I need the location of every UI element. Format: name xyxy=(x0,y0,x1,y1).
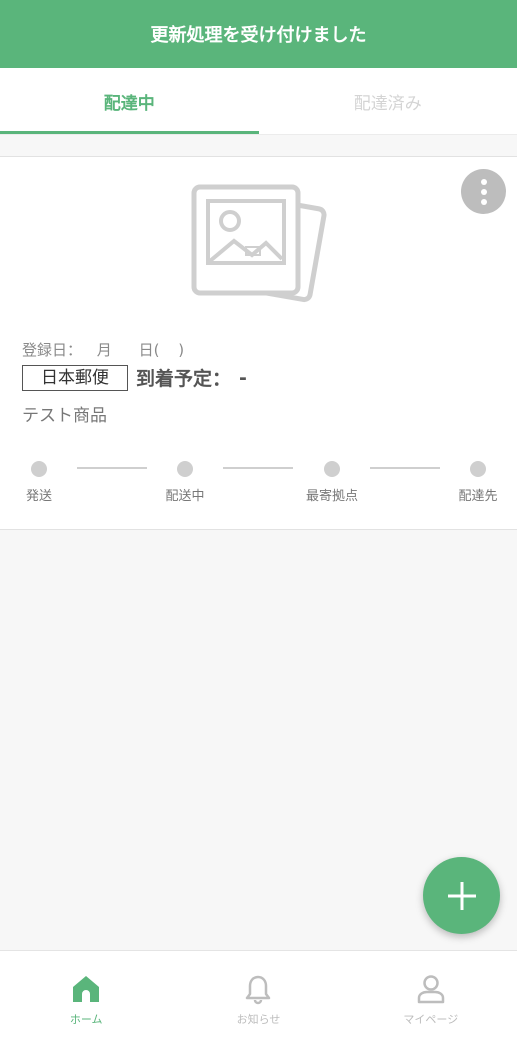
more-dot xyxy=(481,199,487,205)
nav-notifications-label: お知らせ xyxy=(237,1011,281,1027)
image-placeholder-icon xyxy=(188,175,328,307)
product-name: テスト商品 xyxy=(22,401,107,426)
nav-home-label: ホーム xyxy=(70,1011,103,1027)
step-dot xyxy=(177,461,193,477)
user-icon xyxy=(415,973,447,1005)
progress-line xyxy=(370,467,440,469)
step-label: 発送 xyxy=(0,485,84,504)
registered-date-label: 登録日： xyxy=(22,341,82,359)
carrier-row: 日本郵便 到着予定： - xyxy=(22,364,247,391)
progress-step-destination: 配達先 xyxy=(433,457,517,504)
tab-delivered-label: 配達済み xyxy=(354,89,422,114)
progress-line xyxy=(223,467,293,469)
arrival-value: - xyxy=(239,367,247,389)
tab-delivered[interactable]: 配達済み xyxy=(259,68,517,134)
carrier-badge: 日本郵便 xyxy=(22,365,128,391)
registered-date: 登録日： 月 日( ) xyxy=(22,339,184,360)
toast-message: 更新処理を受け付けました xyxy=(151,21,367,47)
registered-close: ) xyxy=(178,341,184,359)
toast-banner: 更新処理を受け付けました xyxy=(0,0,517,68)
step-label: 配送中 xyxy=(140,485,230,504)
bottom-navigation: ホーム お知らせ マイページ xyxy=(0,950,517,1049)
nav-notifications[interactable]: お知らせ xyxy=(172,951,344,1049)
step-dot xyxy=(31,461,47,477)
progress-step-in-transit: 配送中 xyxy=(140,457,230,504)
step-label: 最寄拠点 xyxy=(287,485,377,504)
more-vertical-icon xyxy=(481,179,487,185)
more-dot xyxy=(481,189,487,195)
add-shipment-button[interactable] xyxy=(423,857,500,934)
nav-mypage[interactable]: マイページ xyxy=(345,951,517,1049)
progress-line xyxy=(77,467,147,469)
step-dot xyxy=(470,461,486,477)
registered-day: 日( xyxy=(139,341,160,359)
tab-in-delivery[interactable]: 配達中 xyxy=(0,68,259,134)
tab-bar: 配達中 配達済み xyxy=(0,68,517,135)
bell-icon xyxy=(242,973,274,1005)
shipment-card[interactable]: 登録日： 月 日( ) 日本郵便 到着予定： - テスト商品 発送 配送中 最寄… xyxy=(0,156,517,530)
delivery-progress: 発送 配送中 最寄拠点 配達先 xyxy=(0,457,517,517)
arrival-label: 到着予定： xyxy=(136,364,231,391)
nav-mypage-label: マイページ xyxy=(403,1011,458,1027)
card-menu-button[interactable] xyxy=(461,169,506,214)
registered-month: 月 xyxy=(97,341,112,359)
progress-step-nearest-hub: 最寄拠点 xyxy=(287,457,377,504)
tab-in-delivery-label: 配達中 xyxy=(104,89,155,114)
nav-home[interactable]: ホーム xyxy=(0,951,172,1049)
home-icon xyxy=(70,973,102,1005)
progress-step-shipped: 発送 xyxy=(0,457,84,504)
plus-icon xyxy=(445,879,479,913)
step-dot xyxy=(324,461,340,477)
step-label: 配達先 xyxy=(433,485,517,504)
